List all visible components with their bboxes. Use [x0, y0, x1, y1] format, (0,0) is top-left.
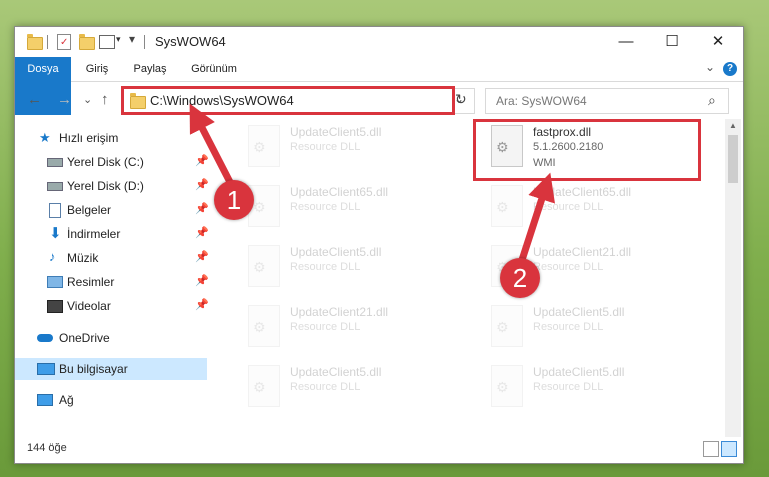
- scroll-up-icon[interactable]: ▲: [729, 121, 737, 130]
- pin-icon: 📌: [195, 227, 209, 239]
- sidebar-item-pictures[interactable]: Resimler 📌: [15, 271, 209, 293]
- network-icon: [37, 394, 53, 406]
- title-bar: ✓ ▾ ▾ SysWOW64 — ☐ ✕: [15, 27, 743, 57]
- scrollbar-thumb[interactable]: [728, 135, 738, 183]
- drive-icon: [47, 182, 63, 191]
- file-item[interactable]: ⚙ UpdateClient65.dll Resource DLL: [483, 181, 713, 239]
- pin-icon: 📌: [195, 203, 209, 215]
- sidebar-item-local-disk-c[interactable]: Yerel Disk (C:) 📌: [15, 151, 209, 173]
- tab-view[interactable]: Görünüm: [181, 57, 247, 81]
- close-button[interactable]: ✕: [695, 27, 741, 57]
- divider: [144, 35, 145, 49]
- gear-icon: ⚙: [253, 199, 266, 215]
- gear-icon: ⚙: [253, 139, 266, 155]
- computer-icon: [37, 363, 55, 375]
- step-2-badge: 2: [500, 258, 540, 298]
- ribbon-expand-icon[interactable]: ⌄: [705, 60, 715, 74]
- sidebar-item-documents[interactable]: Belgeler 📌: [15, 199, 209, 221]
- customize-icon[interactable]: [99, 35, 115, 49]
- pin-icon: 📌: [195, 179, 209, 191]
- step-1-badge: 1: [214, 180, 254, 220]
- file-item[interactable]: ⚙ UpdateClient5.dll Resource DLL: [240, 121, 470, 179]
- file-item[interactable]: ⚙ UpdateClient21.dll Resource DLL: [240, 301, 470, 359]
- address-highlight: [121, 86, 455, 115]
- address-row: ← → ⌄ ↑ C:\Windows\SysWOW64 ⌄ ↻ Ara: Sys…: [15, 82, 743, 118]
- search-icon: ⌕: [708, 92, 716, 108]
- gear-icon: ⚙: [253, 379, 266, 395]
- folder-icon: [27, 34, 43, 50]
- music-icon: ♪: [49, 249, 56, 264]
- explorer-window: ✓ ▾ ▾ SysWOW64 — ☐ ✕ Dosya Giriş Paylaş …: [14, 26, 744, 464]
- file-highlight: [473, 119, 701, 181]
- gear-icon: ⚙: [496, 319, 509, 335]
- file-item[interactable]: ⚙ UpdateClient5.dll Resource DLL: [240, 361, 470, 419]
- sidebar-item-network[interactable]: Ağ: [15, 389, 207, 411]
- file-list: ⚙ UpdateClient5.dll Resource DLL ⚙ Updat…: [220, 119, 725, 437]
- star-icon: ★: [39, 130, 51, 145]
- file-item[interactable]: ⚙ UpdateClient5.dll Resource DLL: [240, 241, 470, 299]
- drive-icon: [47, 158, 63, 167]
- quick-access-menu-icon[interactable]: ▾: [129, 32, 135, 46]
- documents-icon: [49, 203, 61, 218]
- window-title: SysWOW64: [155, 34, 226, 49]
- item-count: 144 öğe: [27, 442, 67, 454]
- vertical-scrollbar[interactable]: ▲: [725, 119, 741, 437]
- sidebar-item-quick-access[interactable]: ★ Hızlı erişim: [15, 127, 207, 149]
- up-button[interactable]: ↑: [101, 91, 109, 108]
- new-folder-icon[interactable]: [79, 34, 95, 50]
- pictures-icon: [47, 276, 63, 288]
- sidebar-item-onedrive[interactable]: OneDrive: [15, 327, 207, 349]
- cloud-icon: [37, 334, 53, 342]
- quick-access-dropdown-icon[interactable]: ▾: [116, 34, 121, 45]
- maximize-button[interactable]: ☐: [649, 27, 695, 57]
- gear-icon: ⚙: [496, 199, 509, 215]
- sidebar-item-this-pc[interactable]: Bu bilgisayar: [15, 358, 207, 380]
- forward-button[interactable]: →: [57, 91, 72, 108]
- pin-icon: 📌: [195, 155, 209, 167]
- search-input[interactable]: Ara: SysWOW64: [496, 94, 587, 108]
- download-icon: ⬇: [49, 225, 62, 242]
- back-button[interactable]: ←: [27, 91, 42, 108]
- status-bar: 144 öğe: [15, 437, 743, 461]
- large-icons-view-icon[interactable]: [721, 441, 737, 457]
- sidebar-item-videos[interactable]: Videolar 📌: [15, 295, 209, 317]
- tab-share[interactable]: Paylaş: [123, 57, 177, 81]
- gear-icon: ⚙: [253, 259, 266, 275]
- ribbon-tabs: Dosya Giriş Paylaş Görünüm ⌄ ?: [15, 57, 743, 115]
- search-box[interactable]: Ara: SysWOW64 ⌕: [485, 88, 729, 114]
- gear-icon: ⚙: [496, 379, 509, 395]
- help-icon[interactable]: ?: [723, 62, 737, 76]
- sidebar-item-music[interactable]: ♪ Müzik 📌: [15, 247, 209, 269]
- pin-icon: 📌: [195, 299, 209, 311]
- pin-icon: 📌: [195, 275, 209, 287]
- sidebar-item-local-disk-d[interactable]: Yerel Disk (D:) 📌: [15, 175, 209, 197]
- file-item[interactable]: ⚙ UpdateClient65.dll Resource DLL: [240, 181, 470, 239]
- navigation-pane: ★ Hızlı erişim Yerel Disk (C:) 📌 Yerel D…: [15, 119, 210, 437]
- video-icon: [47, 300, 63, 313]
- refresh-button[interactable]: ↻: [455, 91, 467, 108]
- recent-locations-button[interactable]: ⌄: [83, 93, 92, 106]
- gear-icon: ⚙: [253, 319, 266, 335]
- file-item[interactable]: ⚙ UpdateClient5.dll Resource DLL: [483, 361, 713, 419]
- tab-home[interactable]: Giriş: [75, 57, 119, 81]
- file-item[interactable]: ⚙ UpdateClient5.dll Resource DLL: [483, 301, 713, 359]
- minimize-button[interactable]: —: [603, 27, 649, 57]
- sidebar-item-downloads[interactable]: ⬇ İndirmeler 📌: [15, 223, 209, 245]
- details-view-icon[interactable]: [703, 441, 719, 457]
- pin-icon: 📌: [195, 251, 209, 263]
- divider: [47, 35, 48, 49]
- properties-icon[interactable]: ✓: [57, 34, 71, 50]
